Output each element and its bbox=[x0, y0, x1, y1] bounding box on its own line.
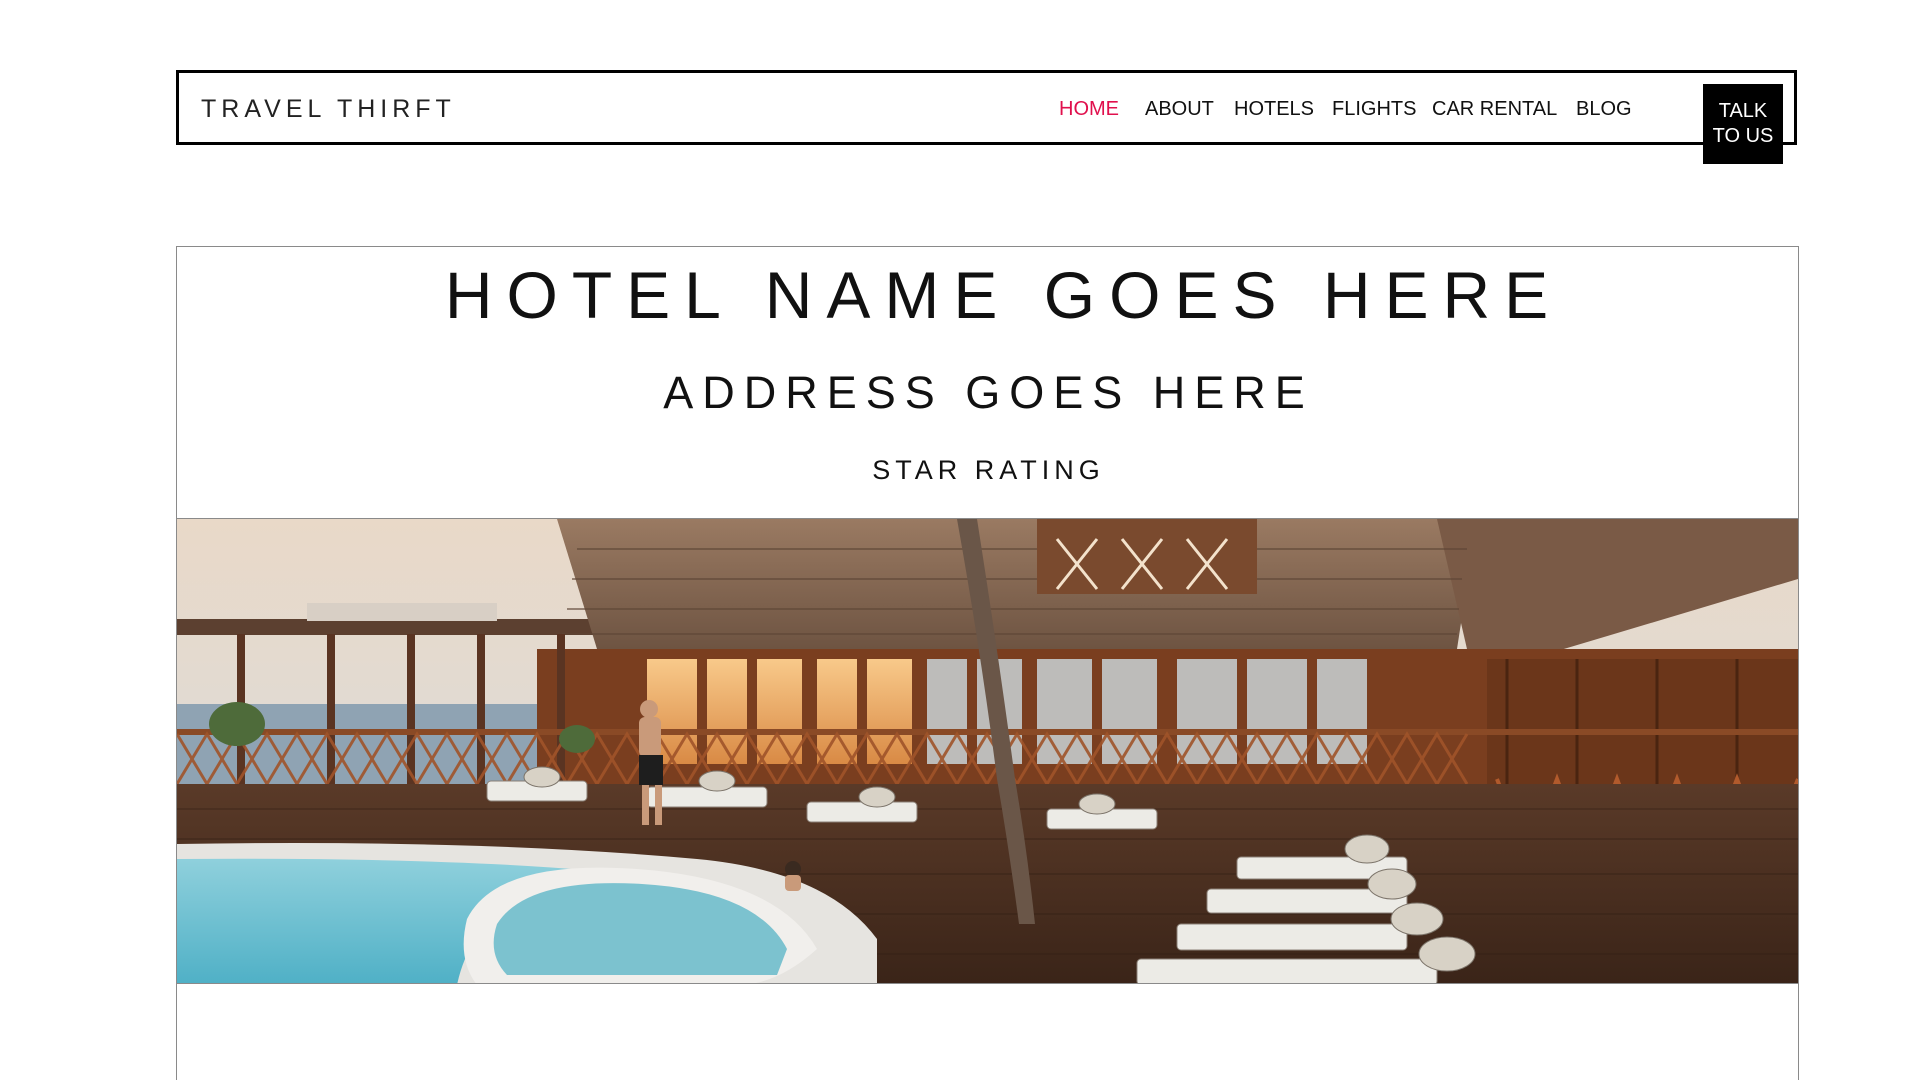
nav-about[interactable]: ABOUT bbox=[1145, 98, 1214, 121]
site-header: TRAVEL THIRFT HOME ABOUT HOTELS FLIGHTS … bbox=[176, 70, 1797, 164]
resort-pool-deck-photo bbox=[177, 519, 1798, 983]
hotel-address: ADDRESS GOES HERE bbox=[663, 367, 1314, 418]
nav-flights[interactable]: FLIGHTS bbox=[1332, 98, 1416, 121]
nav-car-rental[interactable]: CAR RENTAL bbox=[1432, 98, 1557, 121]
nav-blog[interactable]: BLOG bbox=[1576, 98, 1632, 121]
talk-to-us-button[interactable]: TALK TO US bbox=[1703, 84, 1783, 164]
star-rating: STAR RATING bbox=[872, 455, 1105, 485]
talk-to-us-label: TALK TO US bbox=[1712, 100, 1774, 147]
page: TRAVEL THIRFT HOME ABOUT HOTELS FLIGHTS … bbox=[0, 0, 1920, 1080]
nav-home[interactable]: HOME bbox=[1059, 98, 1119, 121]
nav-hotels[interactable]: HOTELS bbox=[1234, 98, 1314, 121]
brand-logo[interactable]: TRAVEL THIRFT bbox=[201, 95, 456, 124]
hotel-card: HOTEL NAME GOES HERE ADDRESS GOES HERE S… bbox=[176, 246, 1799, 1080]
hotel-name: HOTEL NAME GOES HERE bbox=[444, 258, 1563, 332]
hero-image bbox=[177, 518, 1798, 984]
